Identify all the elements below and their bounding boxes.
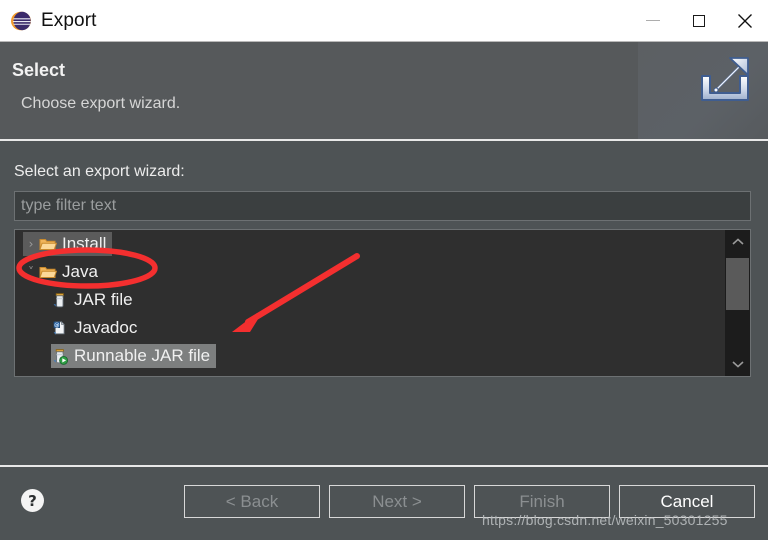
scrollbar-thumb[interactable] [726, 258, 749, 310]
tree-item-jar-file[interactable]: JAR file [15, 286, 725, 314]
chevron-up-icon[interactable] [725, 230, 750, 254]
javadoc-icon: @ [51, 320, 69, 337]
tree-scrollbar[interactable] [725, 230, 750, 376]
folder-open-icon [39, 264, 58, 281]
folder-open-icon [39, 236, 58, 253]
help-icon[interactable]: ? [21, 489, 44, 512]
minimize-button[interactable] [630, 0, 676, 41]
maximize-icon [693, 14, 705, 27]
tree-item-label: Install [62, 234, 107, 253]
tree-item-runnable-jar-file[interactable]: Runnable JAR file [15, 342, 725, 370]
export-wizard-dialog: Export Select Choose export wizard. Sele… [0, 0, 768, 540]
tree-item-label: Java [62, 262, 98, 281]
next-button[interactable]: Next > [329, 485, 465, 518]
window-controls [630, 0, 768, 41]
tree-item-label: Javadoc [74, 318, 138, 337]
title-bar-left: Export [10, 0, 97, 41]
export-tray-arrow-icon [692, 50, 758, 116]
wizard-select-label: Select an export wizard: [14, 163, 185, 180]
close-icon [738, 13, 752, 28]
eclipse-logo-icon [10, 10, 32, 32]
tree-item-java[interactable]: ˅ Java [15, 258, 725, 286]
chevron-down-icon[interactable]: ˅ [23, 266, 39, 278]
back-button[interactable]: < Back [184, 485, 320, 518]
export-wizard-tree[interactable]: › Install ˅ Java JAR file @ Javadoc Runn… [14, 229, 751, 377]
window-title: Export [41, 9, 97, 31]
tree-item-label: JAR file [74, 290, 133, 309]
maximize-button[interactable] [676, 0, 722, 41]
tree-item-label: Run/Debug [62, 374, 148, 376]
tree-item-javadoc[interactable]: @ Javadoc [15, 314, 725, 342]
tree-item-run-debug[interactable]: › Run/Debug [15, 370, 725, 376]
runnable-jar-icon [51, 348, 69, 365]
close-button[interactable] [722, 0, 768, 41]
watermark-text: https://blog.csdn.net/weixin_50301255 [482, 512, 728, 528]
wizard-footer: ? < Back Next > Finish Cancel [0, 467, 768, 540]
page-title: Select [12, 60, 66, 80]
wizard-body: Select an export wizard: type filter tex… [0, 141, 768, 465]
minimize-icon [646, 20, 660, 21]
tree-item-label: Runnable JAR file [74, 346, 211, 365]
chevron-down-icon[interactable] [725, 352, 750, 376]
page-subtitle: Choose export wizard. [21, 95, 181, 112]
filter-input[interactable]: type filter text [14, 191, 751, 221]
tree-item-install[interactable]: › Install [15, 230, 725, 258]
filter-input-placeholder: type filter text [21, 197, 117, 214]
title-bar: Export [0, 0, 768, 42]
jar-file-icon [51, 292, 69, 309]
chevron-right-icon[interactable]: › [23, 238, 39, 250]
tree-list: › Install ˅ Java JAR file @ Javadoc Runn… [15, 230, 725, 376]
svg-text:@: @ [54, 322, 60, 328]
wizard-header: Select Choose export wizard. [0, 42, 768, 139]
folder-open-icon [39, 376, 57, 377]
